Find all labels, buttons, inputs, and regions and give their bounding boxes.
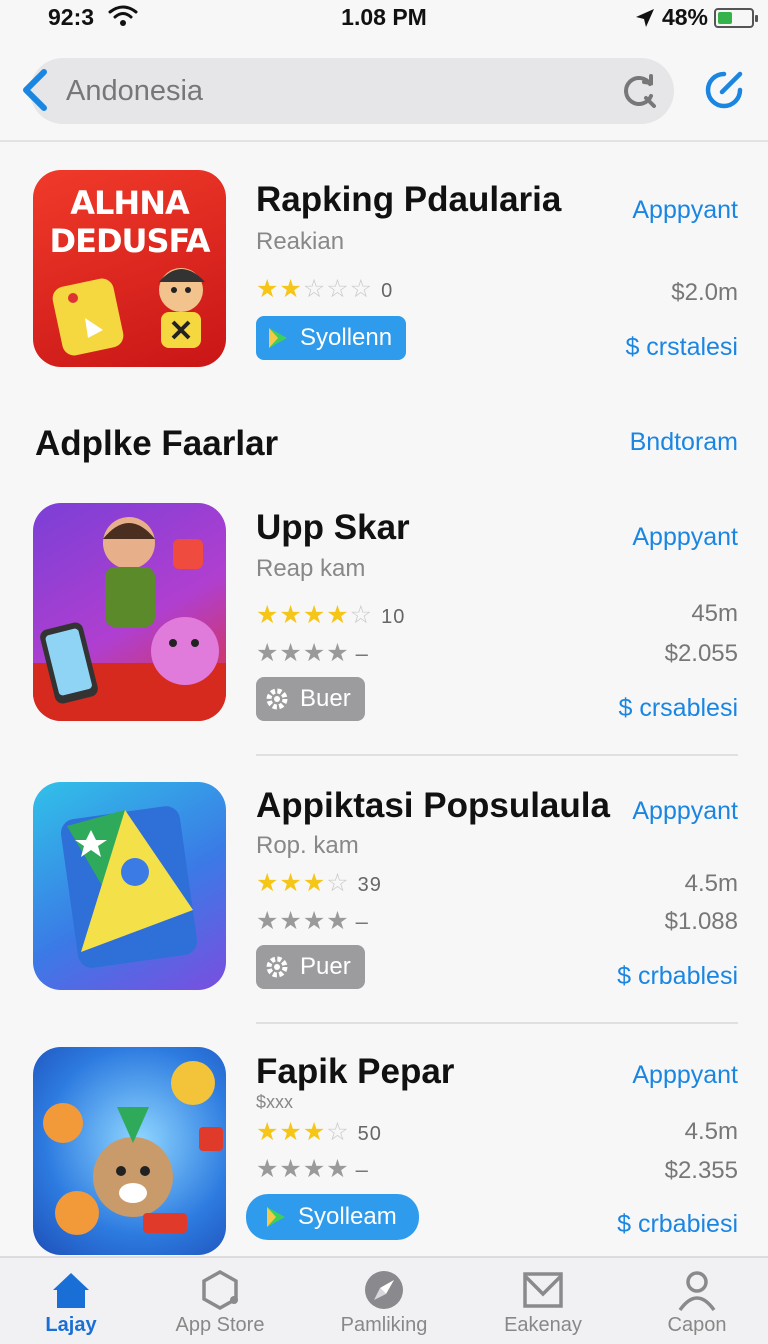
app-secondary-rating: ★★★★ – [256, 907, 369, 935]
app-rating: ★★★☆ 50 [256, 1118, 382, 1146]
cartoon-characters-icon [52, 268, 205, 356]
search-input[interactable] [66, 58, 606, 124]
app-title: Fapik Pepar [256, 1052, 455, 1091]
compass-icon [365, 1271, 403, 1309]
envelope-icon [523, 1272, 563, 1308]
featured-action-label: Syollenn [300, 324, 393, 351]
cartoon-phone-icon [33, 517, 226, 721]
back-chevron-icon[interactable] [18, 68, 52, 112]
app-size: 4.5m [684, 1118, 738, 1145]
cartoon-bear-icon [43, 1061, 223, 1235]
app-action-label: Puer [300, 953, 351, 980]
app-subtitle: $xxx [256, 1092, 294, 1112]
featured-rating-count: 0 [381, 280, 394, 302]
triangle-map-icon [60, 806, 198, 968]
featured-get-link[interactable]: Apppyant [632, 196, 738, 225]
gear-icon [266, 956, 288, 978]
app-rating: ★★★☆ 39 [256, 869, 382, 897]
house-icon [53, 1273, 89, 1308]
app-title: Upp Skar [256, 508, 410, 547]
featured-price-link[interactable]: $ crstalesi [625, 333, 738, 362]
battery-icon [714, 7, 758, 28]
tab-pamliking[interactable]: Pamliking [319, 1268, 449, 1337]
app-action-button[interactable]: Puer [256, 945, 365, 989]
app-price: $1.088 [664, 908, 738, 935]
app-secondary-rating: ★★★★ – [256, 639, 369, 667]
tab-label: Eakenay [504, 1314, 582, 1336]
app-price: $2.355 [664, 1157, 738, 1184]
featured-app-title: Rapking Pdaularia [256, 180, 562, 219]
status-bar: 92:3 1.08 PM 48% [0, 0, 768, 40]
app-rating-count: 10 [381, 606, 406, 628]
app-title: Appiktasi Popsulaula [256, 786, 610, 825]
app-rating-count: 50 [357, 1123, 382, 1145]
app-rating-count: 39 [357, 874, 382, 896]
icon-text-line1: ALHNA [70, 184, 189, 222]
section-see-all-link[interactable]: Bndtoram [630, 428, 738, 457]
featured-action-button[interactable]: Syollenn [256, 316, 407, 360]
tab-bar: Lajay App Store Pamliking Eakenay Capon [0, 1256, 768, 1344]
search-bar[interactable] [30, 58, 674, 124]
app-price: $2.055 [664, 640, 738, 667]
app-icon [33, 782, 226, 990]
app-action-label: Buer [300, 685, 351, 712]
section-title: Adplke Faarlar [35, 424, 279, 463]
tab-label: Capon [667, 1314, 727, 1336]
app-subtitle: Rop. kam [256, 832, 359, 859]
tab-today[interactable]: Lajay [6, 1268, 136, 1337]
app-get-link[interactable]: Apppyant [632, 523, 738, 552]
play-store-icon [269, 328, 287, 348]
featured-rating: ★★☆☆☆ 0 [256, 275, 394, 303]
search-header [0, 40, 768, 142]
app-price-link[interactable]: $ crsablesi [619, 694, 739, 723]
app-action-button[interactable]: Syolleam [246, 1194, 419, 1240]
app-price-link[interactable]: $ crbablesi [617, 962, 738, 991]
featured-size: $2.0m [671, 279, 738, 306]
tab-label: App Store [175, 1314, 265, 1336]
app-subtitle: Reap kam [256, 555, 366, 582]
tab-label: Lajay [45, 1314, 97, 1336]
status-right: 48% [634, 4, 758, 31]
refresh-search-icon[interactable] [620, 72, 658, 110]
person-icon [678, 1271, 716, 1312]
compose-icon[interactable] [702, 68, 746, 112]
app-size: 45m [691, 600, 738, 627]
app-get-link[interactable]: Apppyant [632, 1061, 738, 1090]
app-get-link[interactable]: Apppyant [632, 797, 738, 826]
app-rating: ★★★★☆ 10 [256, 601, 406, 629]
app-icon [33, 1047, 226, 1255]
app-action-label: Syolleam [298, 1203, 397, 1230]
app-size: 4.5m [684, 870, 738, 897]
app-icon [33, 503, 226, 721]
hexagon-icon [202, 1269, 238, 1311]
icon-text-line2: DEDUSFA [49, 222, 211, 260]
tab-eakenay[interactable]: Eakenay [478, 1268, 608, 1337]
tab-capon[interactable]: Capon [632, 1268, 762, 1337]
app-price-link[interactable]: $ crbabiesi [617, 1210, 738, 1239]
tab-app-store[interactable]: App Store [155, 1268, 285, 1337]
location-arrow-icon [635, 8, 654, 27]
play-store-icon [267, 1207, 285, 1227]
featured-app-icon: ALHNA DEDUSFA [33, 170, 226, 367]
tab-label: Pamliking [340, 1314, 428, 1336]
battery-percent: 48% [661, 4, 708, 30]
app-action-button[interactable]: Buer [256, 677, 365, 721]
featured-app-subtitle: Reakian [256, 228, 345, 255]
divider [256, 1022, 738, 1024]
gear-icon [266, 688, 288, 710]
divider [256, 754, 738, 756]
app-secondary-rating: ★★★★ – [256, 1155, 369, 1183]
